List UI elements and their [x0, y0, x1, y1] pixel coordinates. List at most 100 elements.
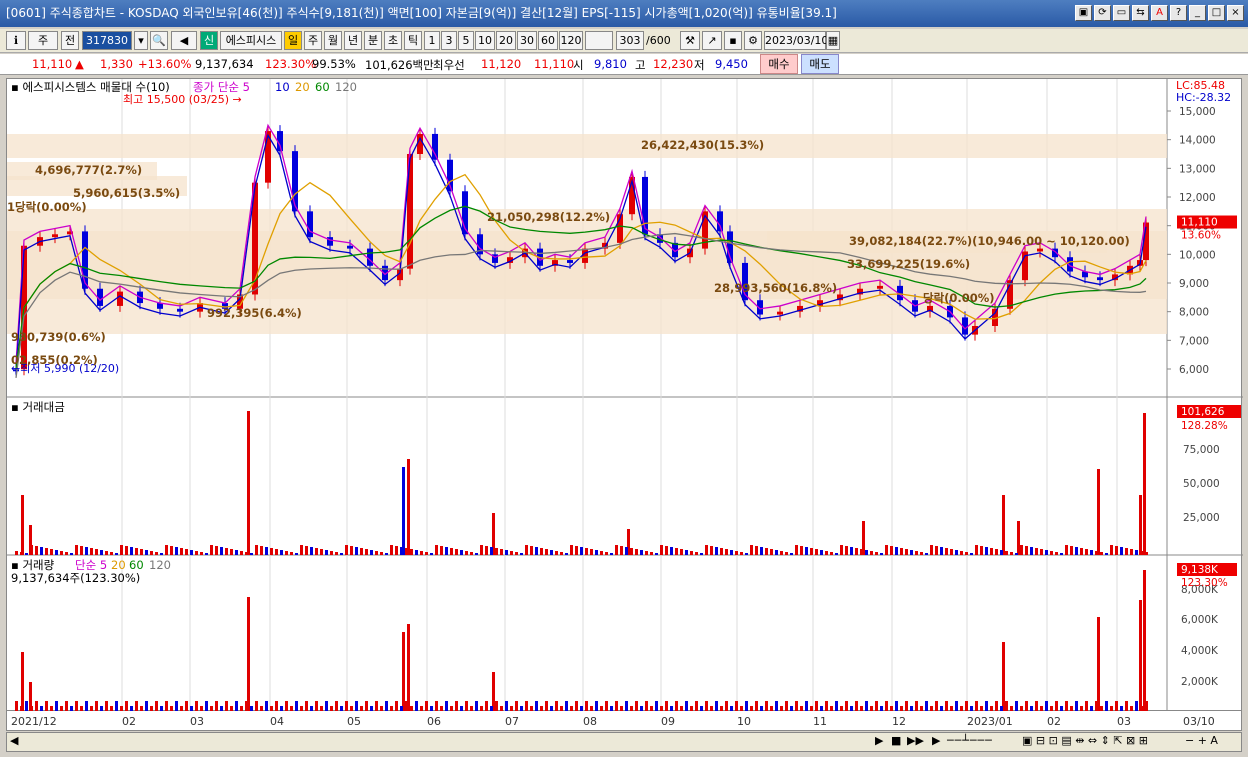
- interval-20[interactable]: 20: [496, 31, 516, 50]
- period-minute[interactable]: 분: [364, 31, 382, 50]
- amount-bar: [650, 552, 653, 555]
- chart-scrollbar[interactable]: ◀ ▶ ■ ▶▶ ▶ ──┴─── ▣ ⊟ ⊡ ▤ ⇹ ⇔ ⇕ ⇱ ⊠ ⊞ − …: [6, 732, 1242, 752]
- amount-bar: [870, 551, 873, 555]
- layout-icons[interactable]: ▣ ⊟ ⊡ ▤ ⇹ ⇔ ⇕ ⇱ ⊠ ⊞: [1022, 734, 1148, 747]
- amount-bar: [505, 550, 508, 555]
- gear-icon[interactable]: ⚙: [744, 31, 762, 50]
- zoom-slider[interactable]: ──┴───: [947, 734, 993, 747]
- period-tick[interactable]: 틱: [404, 31, 422, 50]
- amount-bar: [1060, 553, 1063, 555]
- interval-3[interactable]: 3: [441, 31, 457, 50]
- tool-icon[interactable]: ⚒: [680, 31, 700, 50]
- font-icon[interactable]: A: [1151, 5, 1168, 21]
- amount-bar: [385, 553, 388, 555]
- interval-5[interactable]: 5: [458, 31, 474, 50]
- candle: [367, 248, 373, 266]
- amount-bar: [1125, 548, 1128, 555]
- amount-bar: [310, 547, 313, 555]
- interval-1[interactable]: 1: [424, 31, 440, 50]
- interval-30[interactable]: 30: [517, 31, 537, 50]
- interval-120[interactable]: 120: [559, 31, 583, 50]
- amount-bar: [885, 545, 888, 555]
- type-select[interactable]: 주: [28, 31, 58, 50]
- play-icon[interactable]: ▶: [875, 734, 883, 747]
- period-day[interactable]: 일: [284, 31, 302, 50]
- help-icon[interactable]: ?: [1170, 5, 1187, 21]
- amount-bar: [300, 545, 303, 555]
- amount-bar: [470, 552, 473, 555]
- interval-10[interactable]: 10: [475, 31, 495, 50]
- amount-bar: [1080, 548, 1083, 555]
- amount-bar: [295, 553, 298, 555]
- profile-annotation: 33,699,225(19.6%): [847, 257, 970, 271]
- amount-bar: [115, 553, 118, 555]
- period-month[interactable]: 월: [324, 31, 342, 50]
- x-tick-label: 10: [737, 715, 751, 728]
- profile-annotation: 4,696,777(2.7%): [35, 163, 142, 177]
- amount-bar: [1050, 551, 1053, 555]
- zoom-icons[interactable]: − + A: [1185, 734, 1218, 747]
- save-icon[interactable]: ▪: [724, 31, 742, 50]
- new-badge[interactable]: 신: [200, 31, 218, 50]
- sell-button[interactable]: 매도: [801, 54, 839, 74]
- period-second[interactable]: 초: [384, 31, 402, 50]
- amount-bar: [725, 549, 728, 555]
- amount-bar: [935, 546, 938, 555]
- amount-bar: [465, 551, 468, 555]
- code-dropdown-icon[interactable]: ▾: [134, 31, 148, 50]
- buy-button[interactable]: 매수: [760, 54, 798, 74]
- count-input[interactable]: 303: [616, 31, 644, 50]
- amount-bar: [475, 553, 478, 555]
- amount-bar: [660, 545, 663, 555]
- refresh-icon[interactable]: ⟳: [1094, 5, 1111, 21]
- amount-bar: [180, 548, 183, 555]
- amount-bar: [320, 549, 323, 555]
- link-icon[interactable]: ▣: [1075, 5, 1092, 21]
- calendar-icon[interactable]: ▦: [826, 31, 840, 50]
- amount-bar: [810, 548, 813, 555]
- switch-icon[interactable]: ⇆: [1132, 5, 1149, 21]
- volume-panel-title: ▪ 거래량: [11, 558, 55, 572]
- amount-bar: [15, 551, 18, 555]
- y-tick-label: 14,000: [1179, 135, 1216, 147]
- code-input[interactable]: 317830: [82, 31, 132, 50]
- interval-custom-input[interactable]: [585, 31, 613, 50]
- date-input[interactable]: 2023/03/10: [764, 31, 828, 50]
- amount-bar: [1097, 469, 1100, 555]
- minimize-button[interactable]: _: [1189, 5, 1206, 21]
- chart-canvas[interactable]: 15,00014,00013,00012,00011,00010,0009,00…: [7, 79, 1243, 712]
- amount-bar: [60, 551, 63, 555]
- amount-bar: [395, 546, 398, 555]
- amount-bar: [1120, 547, 1123, 555]
- candle: [347, 245, 353, 249]
- scroll-right-icon[interactable]: ▶: [932, 734, 940, 747]
- amount-bar: [190, 550, 193, 555]
- candle: [1097, 277, 1103, 281]
- close-button[interactable]: ×: [1227, 5, 1244, 21]
- quote-change: 1,330: [100, 57, 133, 71]
- amount-bar: [1005, 551, 1008, 555]
- chart-area[interactable]: 15,00014,00013,00012,00011,00010,0009,00…: [6, 78, 1243, 712]
- info-icon[interactable]: ℹ: [6, 31, 26, 50]
- window-icon[interactable]: ▭: [1113, 5, 1130, 21]
- search-icon[interactable]: 🔍: [150, 31, 168, 50]
- period-year[interactable]: 년: [344, 31, 362, 50]
- stock-name-field[interactable]: 에스피시스: [220, 31, 282, 50]
- prev-button[interactable]: 전: [61, 31, 79, 50]
- up-arrow-icon: ▲: [75, 57, 84, 71]
- amount-bar: [805, 547, 808, 555]
- amount-bar: [1015, 553, 1018, 555]
- amount-bar: [280, 550, 283, 555]
- speaker-icon[interactable]: ◀: [171, 31, 197, 50]
- period-week[interactable]: 주: [304, 31, 322, 50]
- interval-60[interactable]: 60: [538, 31, 558, 50]
- stop-icon[interactable]: ■: [891, 734, 901, 747]
- quote-ask: 11,120: [481, 57, 522, 71]
- amount-bar: [410, 549, 413, 555]
- fast-forward-icon[interactable]: ▶▶: [907, 734, 924, 747]
- scroll-left-icon[interactable]: ◀: [10, 734, 18, 747]
- line-icon[interactable]: ↗: [702, 31, 722, 50]
- maximize-button[interactable]: □: [1208, 5, 1225, 21]
- candle: [717, 211, 723, 232]
- amount-bar: [1100, 552, 1103, 555]
